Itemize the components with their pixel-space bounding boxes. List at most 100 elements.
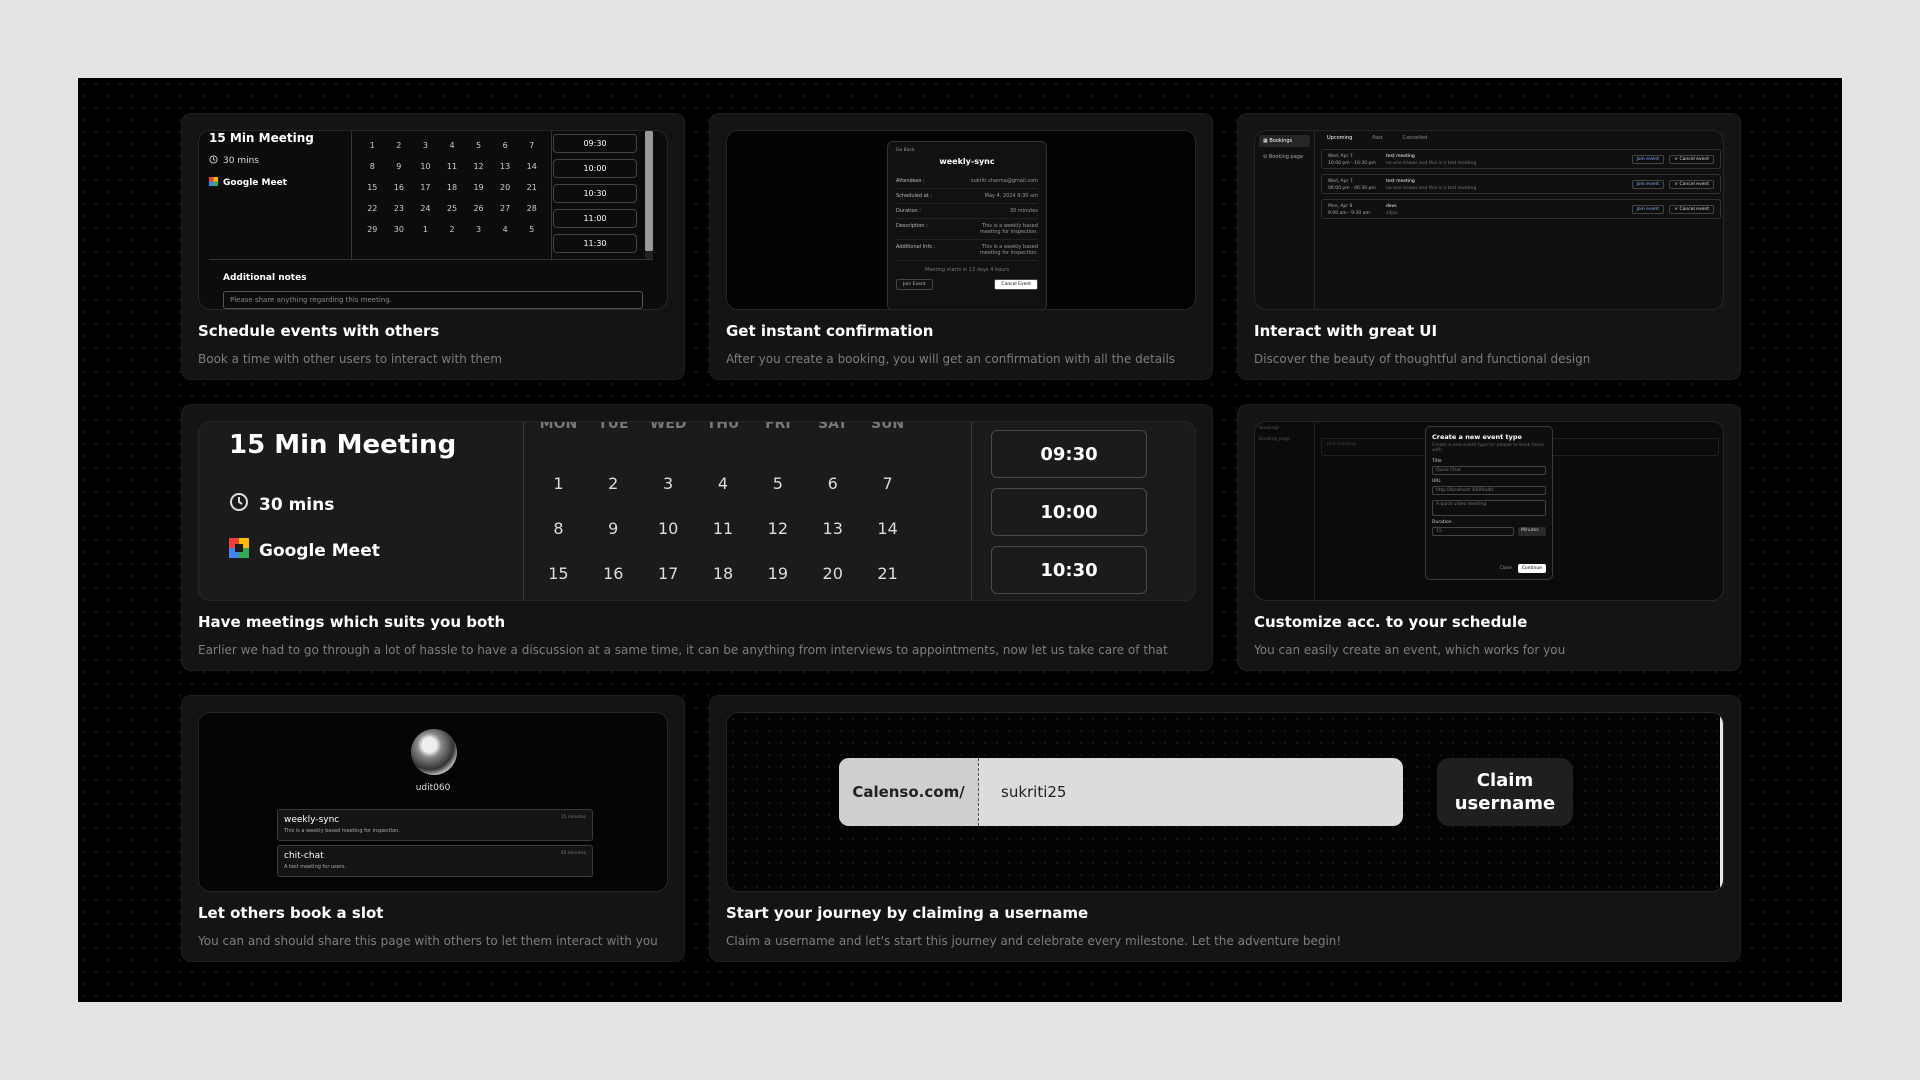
calendar-day[interactable]: 16 [386, 183, 413, 192]
calendar-day[interactable]: 28 [518, 204, 545, 213]
calendar-day[interactable]: 11 [439, 162, 466, 171]
calendar-day[interactable]: 1 [359, 141, 386, 150]
calendar-day[interactable]: 11 [696, 519, 751, 538]
calendar-day[interactable]: 13 [492, 162, 519, 171]
duration-input[interactable]: 15 [1432, 527, 1514, 536]
calendar-day[interactable]: 26 [465, 204, 492, 213]
calendar-day[interactable]: 30 [386, 225, 413, 234]
calendar-day[interactable]: 9 [586, 519, 641, 538]
calendar-day[interactable]: 3 [465, 225, 492, 234]
calendar-day[interactable]: 24 [412, 204, 439, 213]
calendar-day[interactable]: 12 [465, 162, 492, 171]
calendar-day[interactable]: 10 [641, 519, 696, 538]
tab-upcoming[interactable]: Upcoming [1327, 135, 1352, 141]
event-type-item[interactable]: chit-chat A test meeting for users. 45 m… [277, 845, 593, 877]
calendar-day[interactable]: 6 [492, 141, 519, 150]
calendar-day[interactable]: 16 [586, 564, 641, 583]
google-meet-icon [229, 538, 249, 563]
calendar-day[interactable]: 2 [439, 225, 466, 234]
time-slot[interactable]: 10:00 [553, 159, 637, 178]
calendar-day[interactable]: 17 [641, 564, 696, 583]
bookings-sidebar: Bookings Booking page [1255, 422, 1315, 600]
calendar-day[interactable]: 14 [860, 519, 915, 538]
card-instant-confirmation: Go Back weekly-sync Attendees : sukriti.s… [709, 113, 1213, 380]
calendar-day[interactable]: 2 [386, 141, 413, 150]
calendar-day[interactable]: 20 [805, 564, 860, 583]
time-slot[interactable]: 11:30 [553, 234, 637, 253]
calendar-day[interactable]: 10 [412, 162, 439, 171]
calendar-day[interactable]: 18 [696, 564, 751, 583]
close-button[interactable]: Close [1499, 566, 1511, 571]
continue-button[interactable]: Continue [1517, 564, 1546, 573]
go-back-link[interactable]: Go Back [896, 148, 1038, 153]
calendar-day[interactable]: 13 [805, 519, 860, 538]
calendar-day[interactable]: 1 [412, 225, 439, 234]
calendar-day[interactable]: 4 [439, 141, 466, 150]
calendar-day[interactable]: 19 [465, 183, 492, 192]
weekday-label: THU [706, 421, 740, 432]
calendar-day[interactable]: 3 [412, 141, 439, 150]
join-event-button[interactable]: Join Event [896, 279, 933, 290]
calendar-day[interactable]: 3 [641, 474, 696, 493]
calendar-day[interactable]: 21 [518, 183, 545, 192]
cancel-event-button[interactable]: Cancel Event [994, 279, 1038, 290]
tab-past[interactable]: Past [1372, 135, 1382, 141]
scrollbar[interactable] [645, 131, 653, 259]
time-slot[interactable]: 10:30 [553, 184, 637, 203]
sidebar-item-booking-page[interactable]: ⊘ Booking page [1259, 151, 1310, 163]
calendar-day[interactable]: 21 [860, 564, 915, 583]
calendar-day[interactable]: 1 [531, 474, 586, 493]
time-slot[interactable]: 10:00 [991, 488, 1147, 536]
calendar-day[interactable]: 22 [359, 204, 386, 213]
sidebar-item-booking-page[interactable]: Booking page [1259, 437, 1310, 442]
calendar-day[interactable]: 9 [386, 162, 413, 171]
calendar-day[interactable]: 2 [586, 474, 641, 493]
calendar-day[interactable]: 7 [860, 474, 915, 493]
calendar-day[interactable]: 4 [492, 225, 519, 234]
sidebar-item-bookings[interactable]: ▦ Bookings [1259, 135, 1310, 147]
cancel-event-button[interactable]: × Cancel event [1669, 205, 1714, 214]
claim-username-button[interactable]: Claim username [1437, 758, 1573, 826]
cancel-event-button[interactable]: × Cancel event [1669, 155, 1714, 164]
calendar-day[interactable]: 18 [439, 183, 466, 192]
calendar-day[interactable]: 19 [750, 564, 805, 583]
calendar-day[interactable]: 5 [750, 474, 805, 493]
calendar-day[interactable]: 12 [750, 519, 805, 538]
time-slot[interactable]: 09:30 [991, 430, 1147, 478]
tab-cancelled[interactable]: Cancelled [1403, 135, 1428, 141]
url-input[interactable]: http://localhost:3000/udit [1432, 486, 1546, 495]
calendar-day[interactable]: 15 [531, 564, 586, 583]
divider [351, 131, 352, 259]
title-input[interactable]: Quick Chat [1432, 466, 1546, 475]
scrollbar-thumb[interactable] [645, 131, 653, 251]
calendar-day[interactable]: 5 [465, 141, 492, 150]
calendar-day[interactable]: 17 [412, 183, 439, 192]
calendar-day[interactable]: 4 [696, 474, 751, 493]
calendar-day[interactable]: 8 [359, 162, 386, 171]
notes-input[interactable]: Please share anything regarding this mee… [223, 291, 643, 309]
calendar-day[interactable]: 15 [359, 183, 386, 192]
calendar-day[interactable]: 20 [492, 183, 519, 192]
username-input[interactable]: sukriti25 [979, 758, 1403, 826]
calendar-day[interactable]: 7 [518, 141, 545, 150]
calendar-day[interactable]: 29 [359, 225, 386, 234]
calendar-day[interactable]: 14 [518, 162, 545, 171]
time-slot[interactable]: 10:30 [991, 546, 1147, 594]
join-event-button[interactable]: Join event [1631, 155, 1664, 164]
cancel-event-button[interactable]: × Cancel event [1669, 180, 1714, 189]
calendar-day[interactable]: 25 [439, 204, 466, 213]
time-slot[interactable]: 09:30 [553, 134, 637, 153]
description-input[interactable]: A quick video meeting [1432, 500, 1546, 516]
sidebar-item-bookings[interactable]: Bookings [1259, 426, 1310, 431]
join-event-button[interactable]: Join event [1631, 205, 1664, 214]
calendar-day[interactable]: 27 [492, 204, 519, 213]
detail-value: May 4, 2024 9:30 am [984, 193, 1038, 199]
join-event-button[interactable]: Join event [1631, 180, 1664, 189]
calendar-day[interactable]: 5 [518, 225, 545, 234]
event-type-item[interactable]: weekly-sync This is a weekly based meeti… [277, 809, 593, 841]
calendar-day[interactable]: 8 [531, 519, 586, 538]
duration-unit-select[interactable]: Minutes [1518, 527, 1546, 536]
calendar-day[interactable]: 6 [805, 474, 860, 493]
calendar-day[interactable]: 23 [386, 204, 413, 213]
time-slot[interactable]: 11:00 [553, 209, 637, 228]
